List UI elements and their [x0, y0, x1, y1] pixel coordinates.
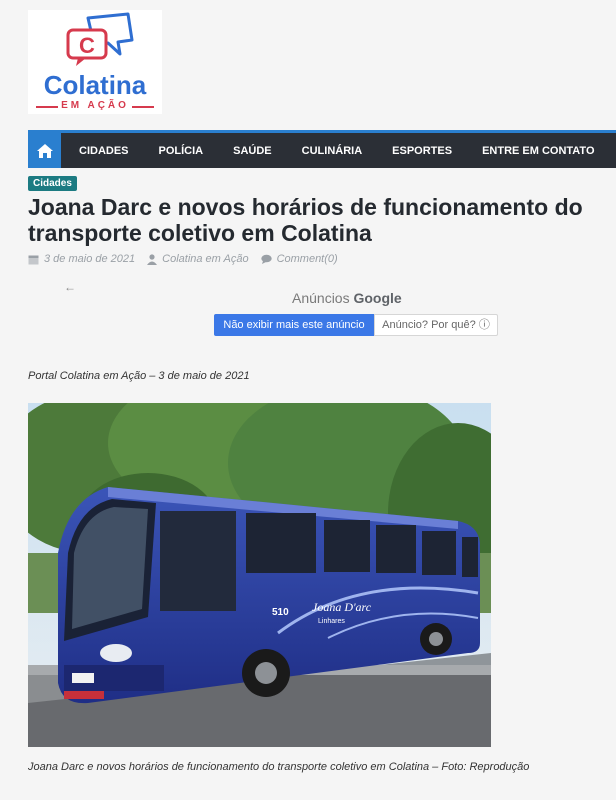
ad-stop-button[interactable]: Não exibir mais este anúncio — [214, 314, 374, 336]
nav-item-cidades[interactable]: CIDADES — [67, 145, 141, 157]
calendar-icon — [28, 255, 39, 264]
logo-wordmark: Colatina — [43, 70, 147, 100]
site-logo[interactable]: C Colatina EM AÇÃO — [28, 10, 162, 114]
article-title: Joana Darc e novos horários de funcionam… — [28, 194, 583, 246]
category-badge[interactable]: Cidades — [28, 176, 77, 191]
ad-label-prefix: Anúncios — [292, 290, 350, 306]
meta-comments[interactable]: Comment(0) — [260, 253, 344, 265]
nav-item-policia[interactable]: POLÍCIA — [147, 145, 216, 157]
meta-date[interactable]: 3 de maio de 2021 — [28, 253, 141, 265]
logo-glyph: C — [79, 33, 95, 58]
ad-label-brand: Google — [353, 290, 402, 306]
info-icon: ⓘ — [478, 319, 490, 331]
bus-brand-label: Joana D'arc — [312, 600, 372, 614]
bus-photo-illustration: 510 Joana D'arc Linhares — [28, 403, 491, 747]
meta-author-text: Colatina em Ação — [162, 253, 249, 265]
ad-label: Anúncios Google — [292, 290, 402, 306]
nav-home-button[interactable] — [28, 133, 61, 168]
article-byline: Portal Colatina em Ação – 3 de maio de 2… — [28, 370, 250, 382]
logo-speech-bubbles-icon: C — [66, 12, 134, 66]
meta-comments-text: Comment(0) — [276, 253, 338, 265]
bus-city-label: Linhares — [318, 618, 345, 625]
ad-why-button[interactable]: Anúncio? Por quê? ⓘ — [374, 314, 498, 336]
home-icon — [36, 143, 53, 158]
meta-author[interactable]: Colatina em Ação — [147, 253, 254, 265]
photo-caption: Joana Darc e novos horários de funcionam… — [28, 761, 530, 773]
main-nav: CIDADES POLÍCIA SAÚDE CULINÁRIA ESPORTES… — [28, 130, 616, 168]
logo-divider-right — [132, 106, 154, 108]
article-photo: 510 Joana D'arc Linhares — [28, 403, 491, 747]
user-icon — [147, 253, 158, 265]
nav-item-saude[interactable]: SAÚDE — [221, 145, 284, 157]
nav-item-esportes[interactable]: ESPORTES — [380, 145, 464, 157]
meta-date-text: 3 de maio de 2021 — [44, 253, 136, 265]
nav-item-culinaria[interactable]: CULINÁRIA — [290, 145, 375, 157]
article-meta: 3 de maio de 2021 Colatina em Ação Comme… — [28, 253, 350, 265]
bus-number-label: 510 — [272, 607, 289, 618]
ad-back-arrow-icon[interactable]: ← — [64, 280, 76, 294]
comment-icon — [260, 254, 272, 264]
nav-item-contato[interactable]: ENTRE EM CONTATO — [470, 145, 606, 157]
ad-why-text: Anúncio? Por quê? — [382, 319, 476, 331]
